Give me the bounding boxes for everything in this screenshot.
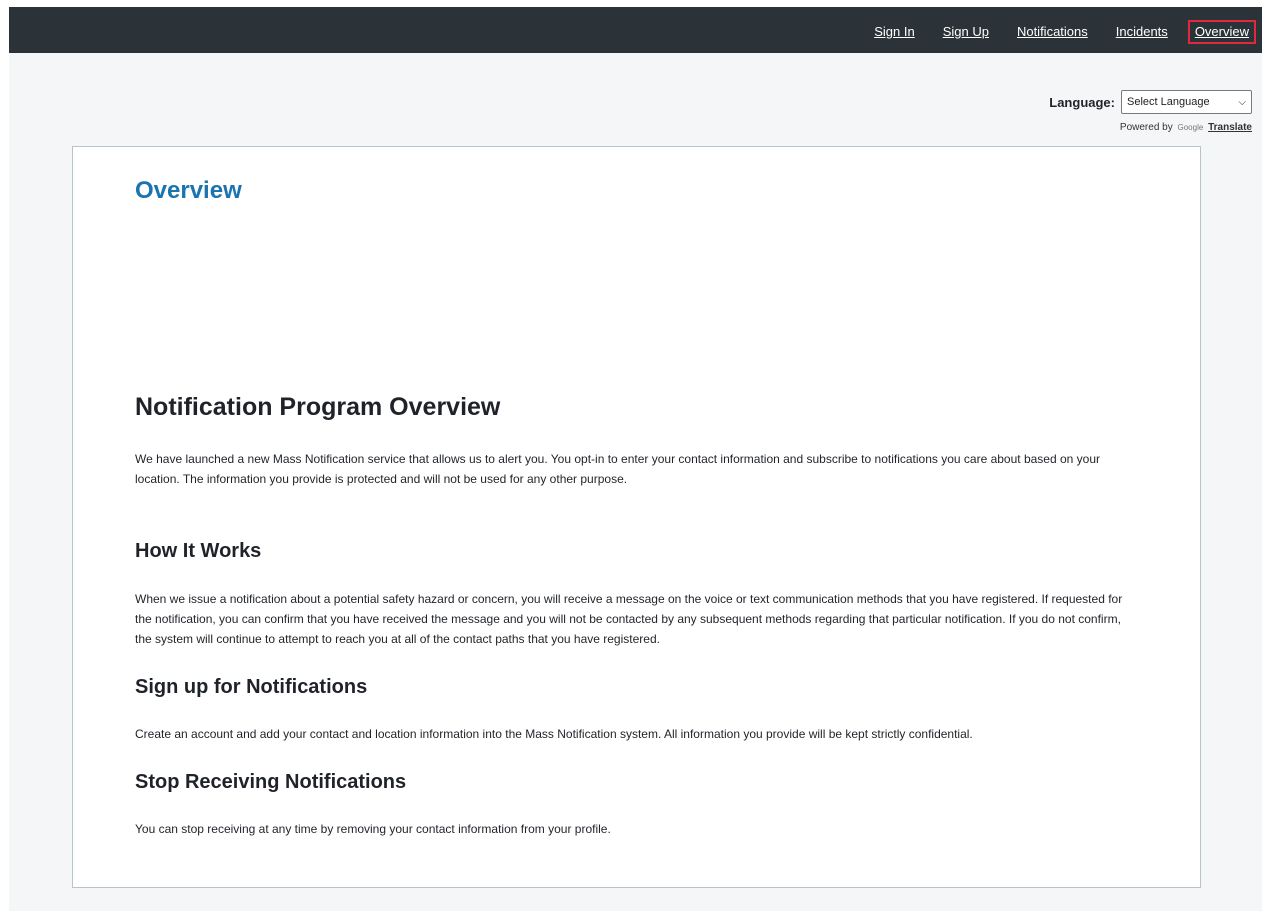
nav-incidents[interactable]: Incidents — [1116, 23, 1168, 41]
language-select[interactable]: Select Language ⌵ — [1121, 90, 1252, 114]
nav-sign-up[interactable]: Sign Up — [943, 23, 989, 41]
language-label: Language: — [1049, 94, 1115, 110]
powered-by-text: Powered by — [1119, 122, 1173, 133]
window-top-edge — [0, 0, 1262, 7]
section-text-sign-up: Create an account and add your contact a… — [135, 727, 973, 741]
section-text-stop-receiving: You can stop receiving at any time by re… — [135, 822, 611, 836]
window-left-edge — [0, 0, 9, 911]
section-heading-how-it-works: How It Works — [135, 540, 262, 562]
language-select-value: Select Language — [1127, 96, 1210, 108]
content-card: Overview Notification Program Overview W… — [72, 146, 1201, 888]
nav-overview[interactable]: Overview — [1187, 20, 1256, 44]
section-heading-sign-up: Sign up for Notifications — [135, 676, 368, 698]
powered-by-google-translate: Powered by Google Translate — [1120, 122, 1252, 133]
top-navigation-bar: Sign In Sign Up Notifications Incidents … — [9, 7, 1262, 53]
section-heading-program-overview: Notification Program Overview — [135, 393, 501, 421]
nav-sign-in[interactable]: Sign In — [874, 23, 914, 41]
main-nav: Sign In Sign Up Notifications Incidents … — [846, 20, 1256, 44]
nav-notifications[interactable]: Notifications — [1017, 23, 1088, 41]
section-text-program-overview: We have launched a new Mass Notification… — [135, 452, 1100, 486]
translate-link[interactable]: Translate — [1208, 122, 1252, 133]
page-title: Overview — [135, 177, 242, 204]
section-text-how-it-works: When we issue a notification about a pot… — [135, 592, 1123, 646]
section-heading-stop-receiving: Stop Receiving Notifications — [135, 771, 407, 793]
chevron-down-icon: ⌵ — [1238, 96, 1246, 108]
language-selector-row: Language: Select Language ⌵ — [1049, 90, 1252, 114]
google-logo: Google — [1177, 123, 1204, 132]
